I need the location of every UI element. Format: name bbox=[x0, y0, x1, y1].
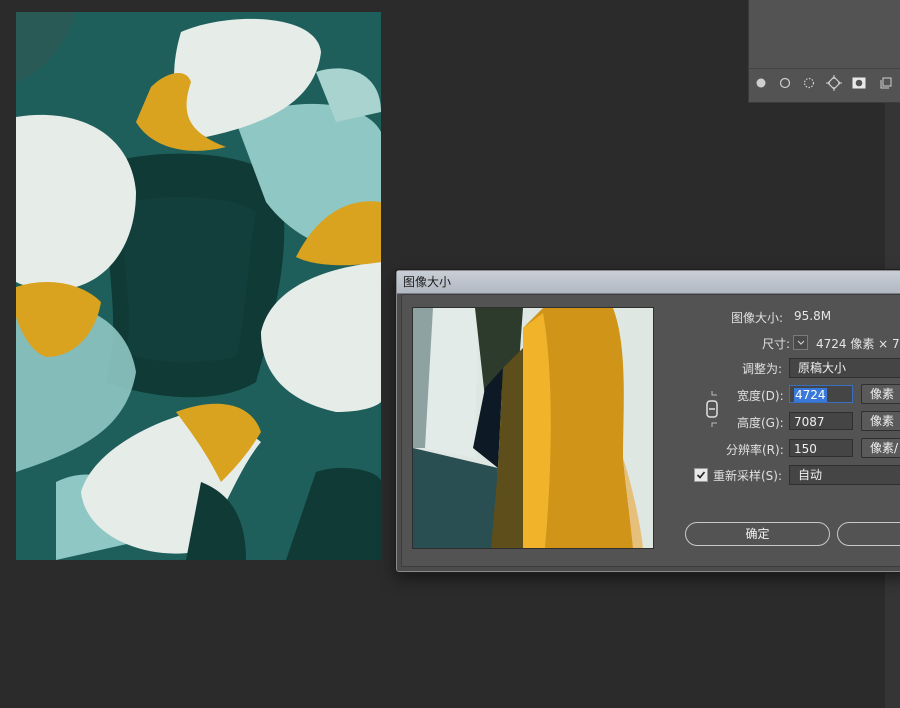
resolution-label: 分辨率(R): bbox=[726, 443, 784, 457]
ok-button[interactable]: 确定 bbox=[685, 522, 830, 546]
artwork-canvas[interactable] bbox=[16, 12, 381, 560]
width-input-value[interactable]: 4724 bbox=[794, 388, 827, 402]
width-unit-dropdown[interactable]: 像素 bbox=[861, 384, 900, 404]
dialog-title[interactable]: 图像大小 bbox=[397, 271, 900, 294]
dimensions-label: 尺寸: bbox=[762, 337, 791, 351]
width-label: 宽度(D): bbox=[737, 389, 784, 403]
image-size-label: 图像大小: bbox=[731, 311, 784, 325]
height-input[interactable]: 7087 bbox=[789, 412, 853, 430]
constrain-proportions-link[interactable] bbox=[705, 391, 719, 427]
layers-panel bbox=[748, 0, 900, 103]
width-input[interactable]: 4724 bbox=[789, 385, 853, 403]
image-size-dialog: 图像大小 图像大小: 95.8M 尺寸: 4724 像素 × 70 调整为: 原… bbox=[396, 270, 900, 572]
resample-label: 重新采样(S): bbox=[713, 469, 783, 483]
resample-method-dropdown[interactable]: 自动 bbox=[789, 465, 900, 485]
panel-divider bbox=[749, 68, 900, 69]
new-layer-icon[interactable] bbox=[876, 73, 896, 93]
diamond-target-icon[interactable] bbox=[824, 73, 844, 93]
fit-to-label: 调整为: bbox=[742, 362, 783, 376]
chevron-down-icon[interactable] bbox=[793, 335, 808, 350]
resolution-input[interactable]: 150 bbox=[789, 439, 853, 457]
circle-filled-icon[interactable] bbox=[751, 73, 771, 93]
resolution-unit-dropdown[interactable]: 像素/ bbox=[861, 438, 900, 458]
mask-icon[interactable] bbox=[849, 73, 869, 93]
circle-outline-icon[interactable] bbox=[775, 73, 795, 93]
fit-to-dropdown[interactable]: 原稿大小 bbox=[789, 358, 900, 378]
image-size-value: 95.8M bbox=[794, 309, 832, 323]
circle-dotted-icon[interactable] bbox=[799, 73, 819, 93]
dimensions-value: 4724 像素 × 70 bbox=[816, 337, 900, 351]
height-unit-dropdown[interactable]: 像素 bbox=[861, 411, 900, 431]
resample-checkbox[interactable] bbox=[694, 468, 708, 482]
height-label: 高度(G): bbox=[737, 416, 784, 430]
cancel-button[interactable]: I bbox=[837, 522, 900, 546]
image-preview[interactable] bbox=[412, 307, 654, 549]
